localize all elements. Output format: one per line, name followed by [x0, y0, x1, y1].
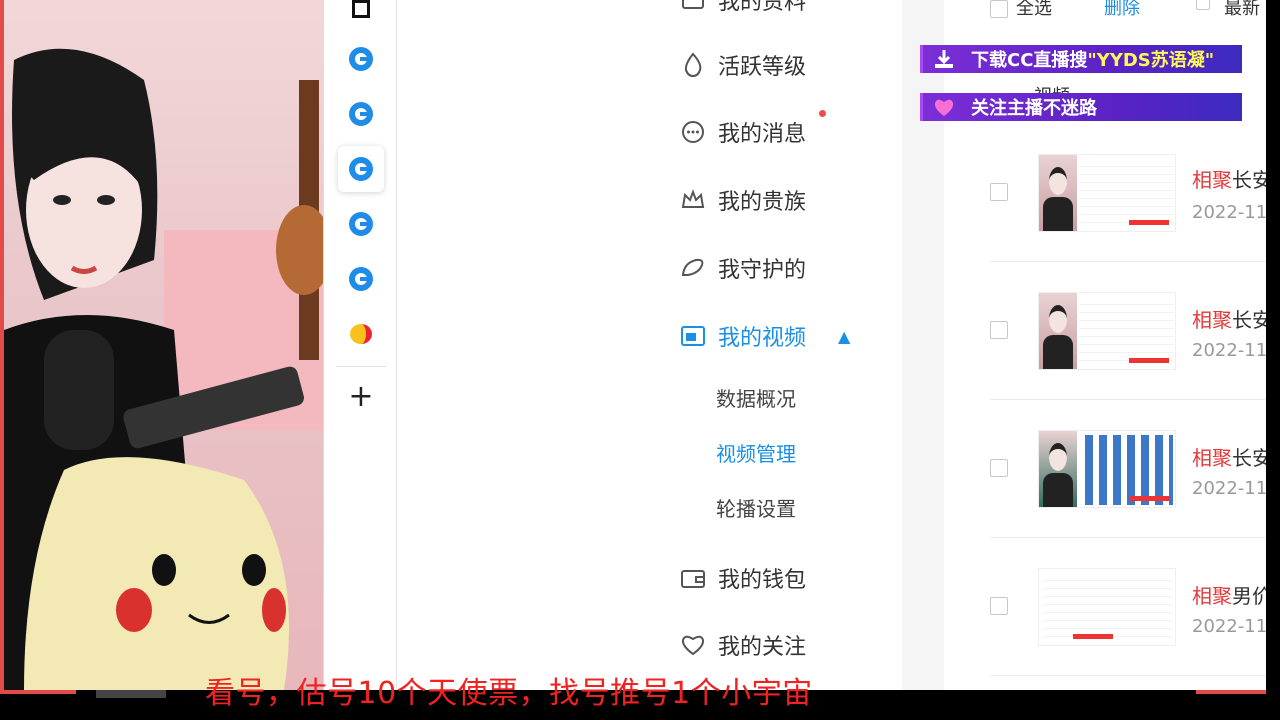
bottom-tab — [96, 690, 166, 698]
progress-accent — [1196, 690, 1266, 694]
video-thumbnail[interactable] — [1038, 154, 1176, 232]
streamer-image — [4, 48, 323, 690]
row-checkbox[interactable] — [990, 321, 1008, 339]
cc-icon[interactable] — [338, 36, 384, 82]
menu-item-label: 我的贵族 — [718, 190, 807, 215]
browser-sidebar: + — [323, 0, 397, 690]
tab-square-icon[interactable] — [338, 0, 384, 32]
add-icon[interactable]: + — [338, 374, 384, 420]
follow-banner: 关注主播不迷路 — [920, 93, 1242, 121]
video-date: 2022-11 — [1192, 478, 1266, 499]
video-date: 2022-11 — [1192, 616, 1266, 637]
submenu-item-carousel-settings[interactable]: 轮播设置 — [716, 493, 796, 522]
video-row[interactable]: 相聚长安 2022-11 — [990, 262, 1266, 400]
video-date: 2022-11 — [1192, 340, 1266, 361]
video-row[interactable]: 相聚长安 2022-11 — [990, 124, 1266, 262]
unread-dot — [819, 110, 826, 117]
menu-item-guarded[interactable]: 我守护的 — [678, 248, 806, 288]
cc-icon[interactable] — [338, 146, 384, 192]
select-all-checkbox[interactable] — [990, 0, 1008, 18]
message-icon — [678, 117, 708, 147]
menu-item-nobility[interactable]: 我的贵族 — [678, 180, 806, 220]
chevron-up-icon[interactable]: ▲ — [838, 327, 850, 346]
video-title[interactable]: 相聚男价 — [1192, 580, 1266, 609]
download-text: 下载CC直播搜 — [971, 50, 1088, 71]
menu-item-my-videos[interactable]: 我的视频 ▲ — [678, 316, 850, 356]
video-title[interactable]: 相聚长安 — [1192, 164, 1266, 193]
video-row[interactable]: 相聚男价 2022-11 — [990, 538, 1266, 676]
row-checkbox[interactable] — [990, 183, 1008, 201]
video-thumbnail[interactable] — [1038, 430, 1176, 508]
video-thumbnail[interactable] — [1038, 292, 1176, 370]
heart-icon — [934, 99, 954, 116]
download-keyword: "YYDS苏语凝" — [1087, 50, 1215, 71]
webcam-feed — [0, 0, 323, 690]
menu-item-label: 我的钱包 — [718, 568, 807, 593]
menu-item-messages[interactable]: 我的消息 — [678, 112, 806, 152]
sidebar-divider — [336, 366, 386, 367]
menu-item-label: 我的资料 — [718, 0, 807, 15]
progress-accent — [0, 690, 76, 694]
menu-item-profile[interactable]: 我的资料 — [678, 0, 806, 20]
page-margin — [398, 0, 604, 690]
duck-icon[interactable] — [338, 311, 384, 357]
video-thumbnail[interactable] — [1038, 568, 1176, 646]
row-checkbox[interactable] — [990, 597, 1008, 615]
window-edge — [1266, 0, 1280, 720]
wing-icon — [678, 253, 708, 283]
submenu-item-data-overview[interactable]: 数据概况 — [716, 383, 796, 412]
menu-item-label: 我的关注 — [718, 635, 807, 660]
wallet-icon — [678, 563, 708, 593]
download-icon — [935, 50, 953, 68]
menu-item-label: 我的视频 — [718, 326, 807, 351]
menu-item-wallet[interactable]: 我的钱包 — [678, 558, 806, 598]
row-checkbox[interactable] — [990, 459, 1008, 477]
stream-subtitle: 看号，估号10个天使票，找号推号1个小宇宙 — [205, 676, 813, 711]
submenu-item-video-manage[interactable]: 视频管理 — [716, 438, 796, 467]
video-icon — [678, 321, 708, 351]
menu-item-label: 活跃等级 — [718, 55, 807, 80]
flame-icon — [678, 50, 708, 80]
crown-icon — [678, 185, 708, 215]
follow-text: 关注主播不迷路 — [971, 98, 1097, 119]
sort-checkbox[interactable] — [1196, 0, 1210, 10]
menu-item-activity-level[interactable]: 活跃等级 — [678, 45, 806, 85]
user-menu: 我的资料 活跃等级 我的消息 我的贵族 我守护的 我的视频 ▲ 数据概况 视频管… — [604, 0, 902, 690]
screen: + 我的资料 活跃等级 我的消息 我的贵族 我守护的 我的视频 ▲ 数据概况 视… — [0, 0, 1280, 720]
select-all-label[interactable]: 全选 — [1016, 0, 1052, 20]
cc-icon[interactable] — [338, 256, 384, 302]
profile-icon — [678, 0, 708, 15]
menu-item-label: 我守护的 — [718, 258, 807, 283]
menu-item-following[interactable]: 我的关注 — [678, 625, 806, 665]
video-title[interactable]: 相聚长安 — [1192, 442, 1266, 471]
delete-button[interactable]: 删除 — [1104, 0, 1140, 20]
menu-item-label: 我的消息 — [718, 122, 807, 147]
video-title[interactable]: 相聚长安 — [1192, 304, 1266, 333]
heart-icon — [678, 630, 708, 660]
video-date: 2022-11 — [1192, 202, 1266, 223]
video-row[interactable]: 相聚长安 2022-11 — [990, 400, 1266, 538]
cc-icon[interactable] — [338, 91, 384, 137]
sort-latest[interactable]: 最新 — [1224, 0, 1260, 20]
cc-icon[interactable] — [338, 201, 384, 247]
download-banner: 下载CC直播搜 "YYDS苏语凝" — [920, 45, 1242, 73]
